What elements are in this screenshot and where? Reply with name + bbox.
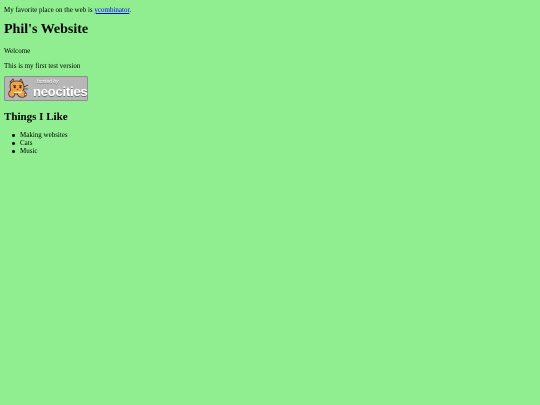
list-item: Music [12, 147, 68, 155]
page-body: { "intro": { "prefix": "My favorite plac… [0, 0, 540, 405]
ycombinator-link[interactable]: ycombinator [94, 6, 129, 14]
list-item: Cats [12, 139, 68, 147]
page-title: Phil's Website [4, 22, 89, 37]
things-i-like-heading: Things I Like [4, 111, 68, 123]
favorite-place-suffix: . [129, 6, 132, 14]
neocities-badge[interactable]: hosted by neocities [4, 76, 88, 101]
favorite-place-prefix: My favorite place on the web is [4, 6, 95, 14]
version-note: This is my first test version [4, 62, 81, 70]
welcome-text: Welcome [4, 47, 31, 55]
favorite-place-text: My favorite place on the web is ycombina… [4, 6, 131, 14]
neocities-brand-text: neocities [33, 84, 88, 99]
cat-icon [8, 78, 29, 98]
things-i-like-list: Making websites Cats Music [12, 131, 68, 155]
list-item: Making websites [12, 131, 68, 139]
